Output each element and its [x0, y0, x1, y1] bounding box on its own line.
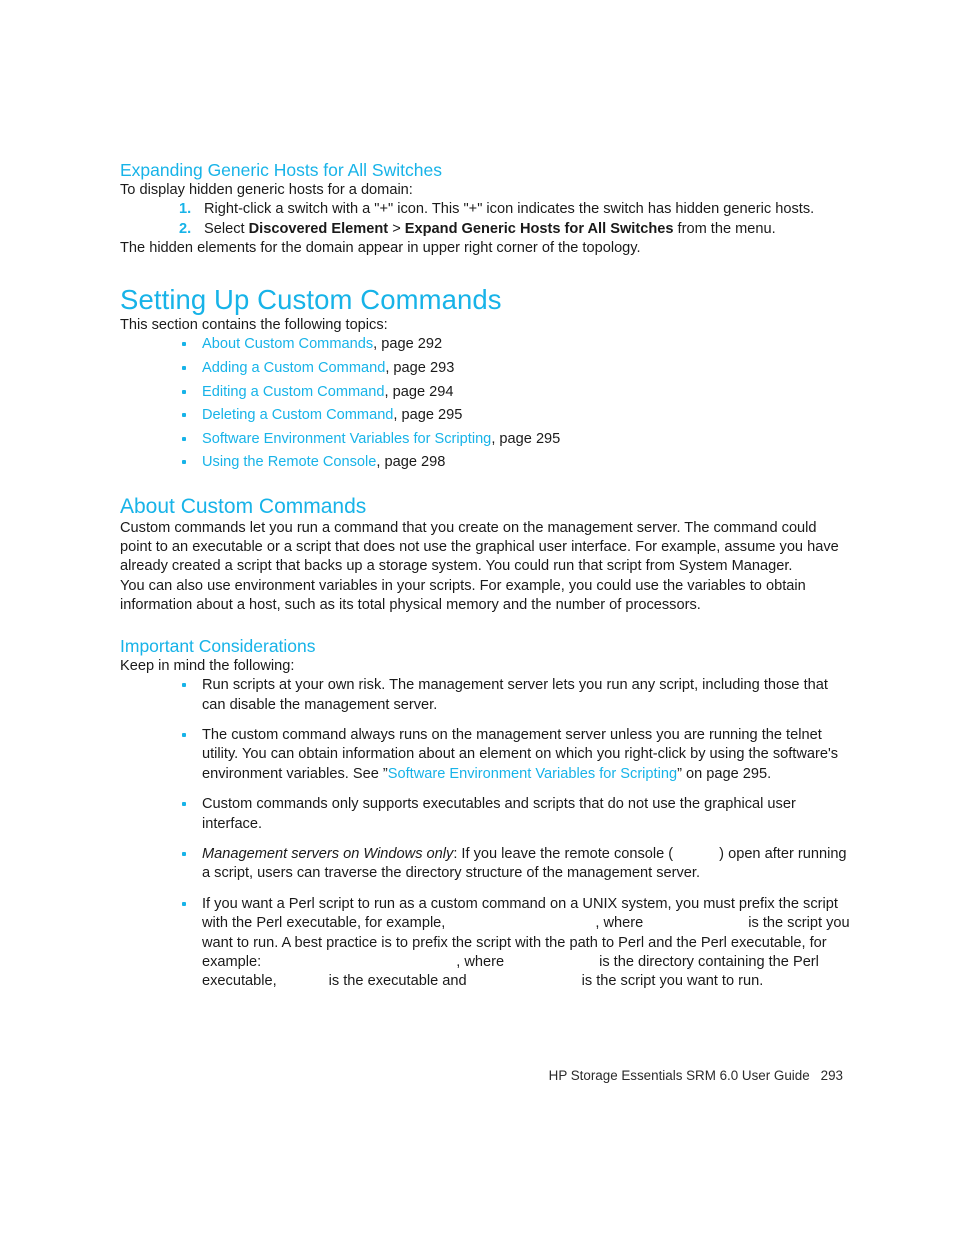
consideration-text-part7: is the script you want to run.: [581, 973, 764, 990]
topic-page-ref: , page 295: [393, 407, 463, 424]
bullet-icon: [182, 802, 186, 807]
expanding-intro-text: To display hidden generic hosts for a do…: [120, 182, 413, 198]
heading-about-custom-commands: About Custom Commands: [120, 494, 367, 518]
about-paragraph-2: You can also use environment variables i…: [120, 577, 806, 613]
consideration-link-software-environment-variables[interactable]: Software Environment Variables for Scrip…: [388, 766, 677, 782]
expanding-steps-list: 1. Right-click a switch with a "+" icon.…: [176, 200, 850, 239]
topic-link-about-custom-commands[interactable]: About Custom Commands: [202, 336, 373, 352]
bullet-icon: [182, 683, 186, 688]
topic-page-ref: , page 294: [384, 383, 454, 400]
topic-page-ref: , page 295: [491, 430, 561, 447]
topic-item-editing: Editing a Custom Command, page 294: [178, 383, 850, 402]
consideration-text: Run scripts at your own risk. The manage…: [202, 677, 828, 713]
consideration-text-part2: ” on page 295.: [677, 765, 772, 782]
heading-setting-up-custom-commands: Setting Up Custom Commands: [120, 284, 502, 316]
step-menu-discovered-element: Discovered Element: [248, 220, 389, 237]
bullet-icon: [182, 366, 186, 371]
step-number: 1.: [179, 201, 192, 218]
bullet-icon: [182, 342, 186, 347]
consideration-text-part1: : If you leave the remote console (: [453, 846, 674, 863]
topic-item-deleting: Deleting a Custom Command, page 295: [178, 406, 850, 425]
consideration-item-windows-remote-console: Management servers on Windows only: If y…: [178, 845, 850, 884]
considerations-intro-text: Keep in mind the following:: [120, 658, 295, 674]
topic-item-software-env-vars: Software Environment Variables for Scrip…: [178, 430, 850, 449]
footer-guide-title: HP Storage Essentials SRM 6.0 User Guide: [548, 1068, 810, 1083]
bullet-icon: [182, 733, 186, 738]
consideration-text-part4: , where: [456, 954, 505, 971]
bullet-icon: [182, 436, 186, 441]
topics-list: About Custom Commands, page 292 Adding a…: [178, 335, 850, 472]
topic-link-deleting-a-custom-command[interactable]: Deleting a Custom Command: [202, 407, 393, 423]
topic-page-ref: , page 298: [376, 454, 446, 471]
step-item-2: 2. Select Discovered Element > Expand Ge…: [176, 220, 850, 239]
consideration-text-part2: , where: [595, 915, 644, 932]
consideration-text-part1: If you want a Perl script to run as a cu…: [202, 895, 838, 932]
step-text-suffix: from the menu.: [673, 220, 776, 237]
step-text: Right-click a switch with a "+" icon. Th…: [204, 201, 815, 218]
about-paragraph-1: Custom commands let you run a command th…: [120, 519, 839, 575]
consideration-text-part6: is the executable and: [328, 973, 467, 990]
page-content: Expanding Generic Hosts for All Switches…: [120, 160, 850, 1003]
page-footer: HP Storage Essentials SRM 6.0 User Guide…: [0, 1068, 843, 1083]
bullet-icon: [182, 413, 186, 418]
topic-link-editing-a-custom-command[interactable]: Editing a Custom Command: [202, 384, 385, 400]
topic-link-adding-a-custom-command[interactable]: Adding a Custom Command: [202, 360, 385, 376]
topic-item-adding: Adding a Custom Command, page 293: [178, 359, 850, 378]
topic-link-using-the-remote-console[interactable]: Using the Remote Console: [202, 454, 376, 470]
topic-item-remote-console: Using the Remote Console, page 298: [178, 453, 850, 472]
topic-page-ref: , page 292: [373, 336, 443, 353]
step-text-prefix: Select: [204, 220, 249, 237]
bullet-icon: [182, 901, 186, 906]
considerations-list: Run scripts at your own risk. The manage…: [178, 676, 850, 992]
topic-item-about: About Custom Commands, page 292: [178, 335, 850, 354]
consideration-item-no-gui-scripts: Custom commands only supports executable…: [178, 795, 850, 834]
heading-important-considerations: Important Considerations: [120, 636, 316, 656]
expanding-step-note: The hidden elements for the domain appea…: [120, 240, 641, 257]
bullet-icon: [182, 852, 186, 857]
consideration-text: Custom commands only supports executable…: [202, 796, 796, 832]
topic-page-ref: , page 293: [385, 360, 455, 377]
step-item-1: 1. Right-click a switch with a "+" icon.…: [176, 200, 850, 219]
footer-page-number: 293: [820, 1068, 843, 1083]
heading-expanding-generic-hosts: Expanding Generic Hosts for All Switches: [120, 160, 442, 180]
consideration-item-run-at-own-risk: Run scripts at your own risk. The manage…: [178, 676, 850, 715]
topic-link-software-environment-variables[interactable]: Software Environment Variables for Scrip…: [202, 431, 491, 447]
consideration-emphasis-windows-only: Management servers on Windows only: [202, 846, 454, 863]
consideration-item-perl-script-prefix: If you want a Perl script to run as a cu…: [178, 895, 850, 992]
bullet-icon: [182, 460, 186, 465]
step-number: 2.: [179, 220, 192, 237]
setting-up-intro-text: This section contains the following topi…: [120, 317, 388, 334]
step-menu-expand-generic-hosts: Expand Generic Hosts for All Switches: [404, 220, 674, 237]
bullet-icon: [182, 389, 186, 394]
document-page: Expanding Generic Hosts for All Switches…: [0, 0, 954, 1235]
consideration-item-runs-on-management-server: The custom command always runs on the ma…: [178, 726, 850, 784]
step-menu-separator: >: [388, 220, 405, 237]
